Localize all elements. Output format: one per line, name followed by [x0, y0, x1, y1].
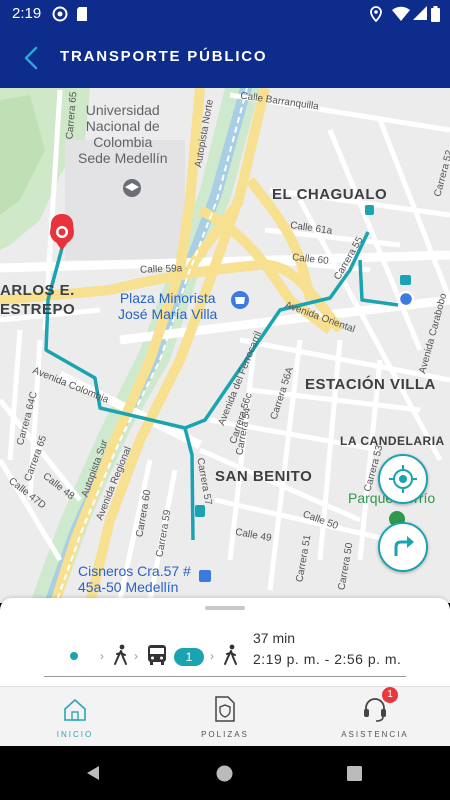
neighborhood-label: SAN BENITO	[215, 468, 313, 485]
back-arrow-icon[interactable]	[20, 44, 46, 72]
recents-square-icon[interactable]	[347, 766, 362, 781]
turn-right-arrow-icon	[394, 536, 414, 556]
nav-item-asistencia[interactable]: 1 ASISTENCIA	[300, 687, 450, 747]
notification-badge: 1	[382, 687, 398, 703]
origin-dot-icon	[70, 652, 78, 660]
nav-item-inicio[interactable]: INICIO	[0, 687, 150, 747]
chevron-right-icon: ›	[210, 649, 214, 663]
neighborhood-label: EL CHAGUALO	[272, 186, 388, 203]
home-icon	[64, 698, 86, 721]
bus-line-badge: 1	[174, 648, 204, 666]
wifi-icon	[392, 6, 410, 21]
street-label: Calle 59a	[139, 263, 183, 276]
status-bar: 2:19	[0, 0, 450, 28]
battery-icon	[431, 6, 440, 22]
app-bar: TRANSPORTE PÚBLICO	[0, 28, 450, 88]
neighborhood-label: ARLOS E.	[0, 282, 75, 299]
poi-cisneros-label: Cisneros Cra.57 # 45a-50 Medellín	[78, 563, 191, 595]
walk-icon	[114, 644, 127, 665]
poi-university-label: Universidad Nacional de Colombia Sede Me…	[78, 102, 168, 166]
my-location-button[interactable]	[378, 454, 428, 504]
nav-label-asistencia: ASISTENCIA	[341, 730, 409, 739]
policy-document-icon	[215, 696, 235, 722]
signal-icon	[413, 6, 427, 20]
route-time-range: 2:19 p. m. - 2:56 p. m.	[253, 651, 402, 667]
bus-icon	[148, 645, 166, 665]
neighborhood-label: ESTACIÓN VILLA	[305, 376, 436, 393]
chevron-right-icon: ›	[134, 649, 138, 663]
bottom-nav: INICIO POLIZAS 1 ASISTENCIA	[0, 686, 450, 746]
page-title: TRANSPORTE PÚBLICO	[60, 48, 268, 65]
home-circle-icon[interactable]	[216, 765, 233, 782]
bus-line-number: 1	[185, 650, 193, 664]
sd-card-icon	[77, 7, 87, 21]
chevron-right-icon: ›	[100, 649, 104, 663]
sheet-divider	[44, 676, 406, 677]
map-view[interactable]: Calle Barranquilla Carrera 65 Autopista …	[0, 88, 450, 603]
crosshair-icon	[389, 465, 417, 493]
location-icon	[370, 6, 382, 22]
system-navigation-bar	[0, 746, 450, 800]
back-triangle-icon[interactable]	[85, 765, 101, 781]
neighborhood-label: ESTREPO	[0, 301, 76, 318]
sheet-drag-handle[interactable]	[205, 606, 245, 610]
route-sheet[interactable]: › › 1 › 37 min 2:19 p. m. - 2:56 p. m.	[0, 598, 450, 698]
neighborhood-label: LA CANDELARIA	[340, 434, 445, 448]
at-sign-icon	[52, 6, 68, 22]
status-time: 2:19	[12, 5, 42, 22]
directions-button[interactable]	[378, 522, 428, 572]
route-duration: 37 min	[253, 630, 296, 646]
walk-icon	[224, 644, 237, 665]
nav-label-polizas: POLIZAS	[201, 730, 249, 739]
nav-label-inicio: INICIO	[56, 730, 94, 739]
nav-item-polizas[interactable]: POLIZAS	[150, 687, 300, 747]
poi-plaza-label: Plaza Minorista José María Villa	[118, 290, 218, 322]
